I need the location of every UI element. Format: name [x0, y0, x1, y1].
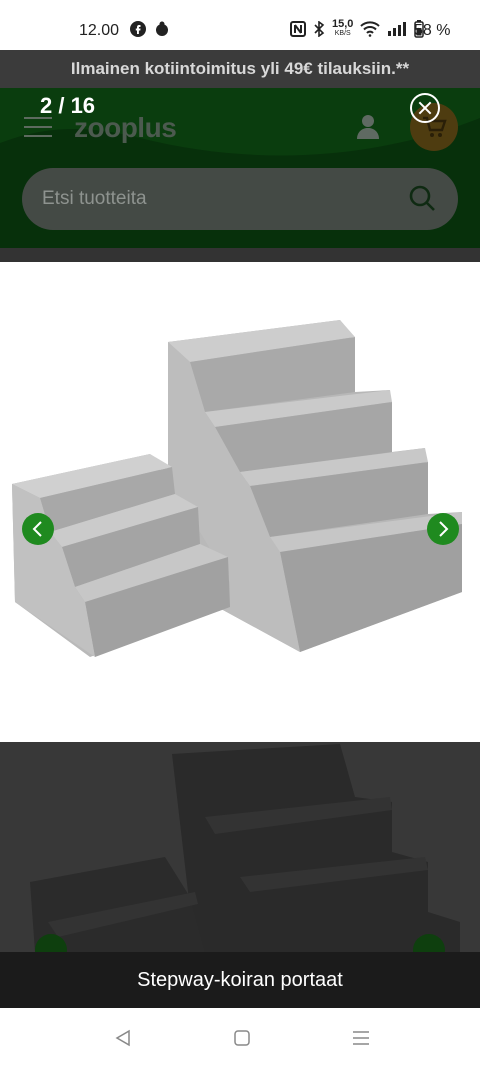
search-placeholder: Etsi tuotteita — [42, 188, 147, 209]
previous-image-button[interactable] — [22, 513, 54, 545]
facebook-icon — [130, 21, 146, 37]
app-notification-icon — [156, 21, 168, 36]
close-icon[interactable] — [410, 93, 440, 123]
menu-icon[interactable] — [24, 117, 52, 137]
next-image-button[interactable] — [427, 513, 459, 545]
home-icon[interactable] — [233, 1029, 251, 1047]
nfc-icon — [290, 21, 306, 37]
network-speed: 15,0 KB/S — [332, 18, 354, 38]
bluetooth-icon — [314, 21, 325, 37]
signal-icon — [388, 22, 407, 36]
promo-banner[interactable]: Ilmainen kotiintoimitus yli 49€ tilauksi… — [0, 50, 480, 88]
dog-stairs-image — [12, 320, 462, 657]
dog-stairs-image-next — [30, 744, 460, 952]
gallery-counter: 2 / 16 — [40, 93, 96, 118]
status-time: 12.00 — [79, 22, 120, 39]
battery-percent: 58 % — [414, 22, 451, 39]
wifi-icon — [360, 21, 381, 37]
notification-icons — [130, 21, 170, 37]
chevron-left-icon — [32, 521, 42, 537]
gallery-image-current[interactable] — [0, 262, 480, 742]
user-icon[interactable] — [356, 113, 380, 141]
network-speed-unit: KB/S — [334, 30, 351, 37]
gallery-top-strip — [0, 248, 480, 262]
network-speed-value: 15,0 — [332, 18, 354, 30]
recents-icon[interactable] — [351, 1029, 371, 1047]
search-icon[interactable] — [408, 184, 436, 212]
gallery-caption: Stepway-koiran portaat — [0, 952, 480, 1008]
chevron-right-icon — [439, 521, 449, 537]
system-icons: 15,0 KB/S — [290, 18, 425, 38]
gallery-image-next[interactable] — [0, 742, 480, 952]
search-input[interactable]: Etsi tuotteita — [22, 168, 458, 230]
system-navigation-bar — [0, 1008, 480, 1067]
status-bar: 12.00 15,0 KB/S 58 % — [0, 0, 480, 50]
back-icon[interactable] — [114, 1029, 132, 1047]
